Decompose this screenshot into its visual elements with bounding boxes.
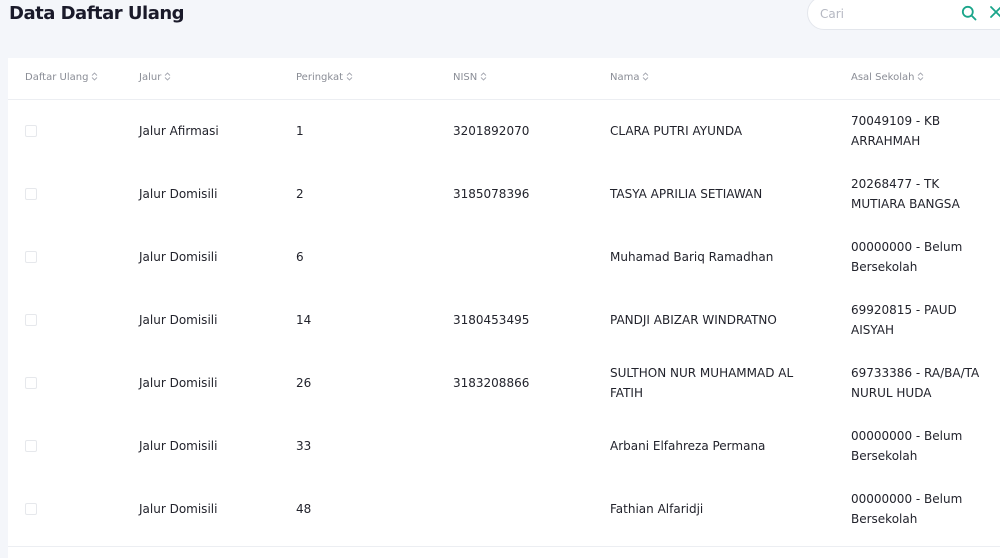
cell-nama: TASYA APRILIA SETIAWAN	[610, 187, 763, 201]
table-header: Daftar Ulang Jalur Peringkat NISN Nama A…	[8, 58, 1000, 100]
page-title: Data Daftar Ulang	[9, 3, 185, 24]
table-row: Jalur Afirmasi 1 3201892070 CLARA PUTRI …	[8, 100, 1000, 163]
column-header-label: NISN	[453, 72, 478, 83]
daftar-ulang-checkbox[interactable]	[25, 188, 37, 200]
data-table: Daftar Ulang Jalur Peringkat NISN Nama A…	[8, 58, 1000, 558]
column-header-label: Jalur	[139, 72, 162, 83]
cell-peringkat: 14	[296, 313, 312, 327]
cell-jalur: Jalur Afirmasi	[139, 124, 219, 138]
cell-asal-sekolah: 00000000 - Belum Bersekolah	[851, 492, 963, 526]
table-row: Jalur Domisili 2 3185078396 TASYA APRILI…	[8, 163, 1000, 226]
daftar-ulang-checkbox[interactable]	[25, 125, 37, 137]
cell-asal-sekolah: 69733386 - RA/BA/TA NURUL HUDA	[851, 366, 980, 400]
search-icon[interactable]	[961, 5, 977, 21]
cell-nisn: 3183208866	[453, 376, 530, 390]
close-icon[interactable]	[989, 5, 1000, 19]
search-input[interactable]	[820, 3, 950, 25]
sort-icon	[643, 72, 649, 81]
cell-nisn: 3201892070	[453, 124, 530, 138]
sort-icon	[164, 72, 171, 81]
search-box	[807, 0, 1000, 30]
column-header-nama[interactable]: Nama	[610, 71, 649, 85]
cell-jalur: Jalur Domisili	[139, 250, 218, 264]
cell-jalur: Jalur Domisili	[139, 313, 218, 327]
table-divider	[8, 546, 1000, 547]
column-header-label: Daftar Ulang	[25, 72, 89, 83]
sort-icon	[92, 72, 98, 81]
daftar-ulang-checkbox[interactable]	[25, 503, 37, 515]
cell-peringkat: 6	[296, 250, 304, 264]
cell-jalur: Jalur Domisili	[139, 376, 218, 390]
cell-peringkat: 33	[296, 439, 312, 453]
column-header-asal-sekolah[interactable]: Asal Sekolah	[851, 71, 924, 85]
cell-jalur: Jalur Domisili	[139, 439, 218, 453]
cell-peringkat: 26	[296, 376, 312, 390]
table-row: Jalur Domisili 48 Fathian Alfaridji 0000…	[8, 478, 1000, 541]
daftar-ulang-checkbox[interactable]	[25, 377, 37, 389]
table-row: Jalur Domisili 6 Muhamad Bariq Ramadhan …	[8, 226, 1000, 289]
cell-nama: Muhamad Bariq Ramadhan	[610, 250, 774, 264]
cell-nama: Arbani Elfahreza Permana	[610, 439, 766, 453]
table-row: Jalur Domisili 33 Arbani Elfahreza Perma…	[8, 415, 1000, 478]
table-row: Jalur Domisili 26 3183208866 SULTHON NUR…	[8, 352, 1000, 415]
daftar-ulang-checkbox[interactable]	[25, 314, 37, 326]
cell-asal-sekolah: 20268477 - TK MUTIARA BANGSA	[851, 177, 960, 211]
cell-peringkat: 2	[296, 187, 304, 201]
column-header-label: Nama	[610, 72, 640, 83]
cell-asal-sekolah: 00000000 - Belum Bersekolah	[851, 429, 963, 463]
column-header-label: Peringkat	[296, 72, 344, 83]
cell-peringkat: 48	[296, 502, 312, 516]
cell-asal-sekolah: 00000000 - Belum Bersekolah	[851, 240, 963, 274]
cell-nama: CLARA PUTRI AYUNDA	[610, 124, 743, 138]
cell-nama: SULTHON NUR MUHAMMAD AL FATIH	[610, 366, 794, 400]
cell-asal-sekolah: 70049109 - KB ARRAHMAH	[851, 114, 941, 148]
table-row: Jalur Domisili 14 3180453495 PANDJI ABIZ…	[8, 289, 1000, 352]
cell-jalur: Jalur Domisili	[139, 502, 218, 516]
cell-asal-sekolah: 69920815 - PAUD AISYAH	[851, 303, 957, 337]
cell-nisn: 3185078396	[453, 187, 530, 201]
sort-icon	[346, 72, 353, 81]
column-header-label: Asal Sekolah	[851, 72, 915, 83]
cell-nama: PANDJI ABIZAR WINDRATNO	[610, 313, 777, 327]
sort-icon	[918, 72, 924, 81]
cell-nisn: 3180453495	[453, 313, 530, 327]
cell-nama: Fathian Alfaridji	[610, 502, 704, 516]
daftar-ulang-checkbox[interactable]	[25, 251, 37, 263]
column-header-peringkat[interactable]: Peringkat	[296, 71, 353, 85]
sort-icon	[480, 72, 487, 81]
column-header-daftar-ulang[interactable]: Daftar Ulang	[25, 71, 98, 85]
daftar-ulang-checkbox[interactable]	[25, 440, 37, 452]
column-header-nisn[interactable]: NISN	[453, 71, 487, 85]
cell-jalur: Jalur Domisili	[139, 187, 218, 201]
column-header-jalur[interactable]: Jalur	[139, 71, 171, 85]
cell-peringkat: 1	[296, 124, 304, 138]
